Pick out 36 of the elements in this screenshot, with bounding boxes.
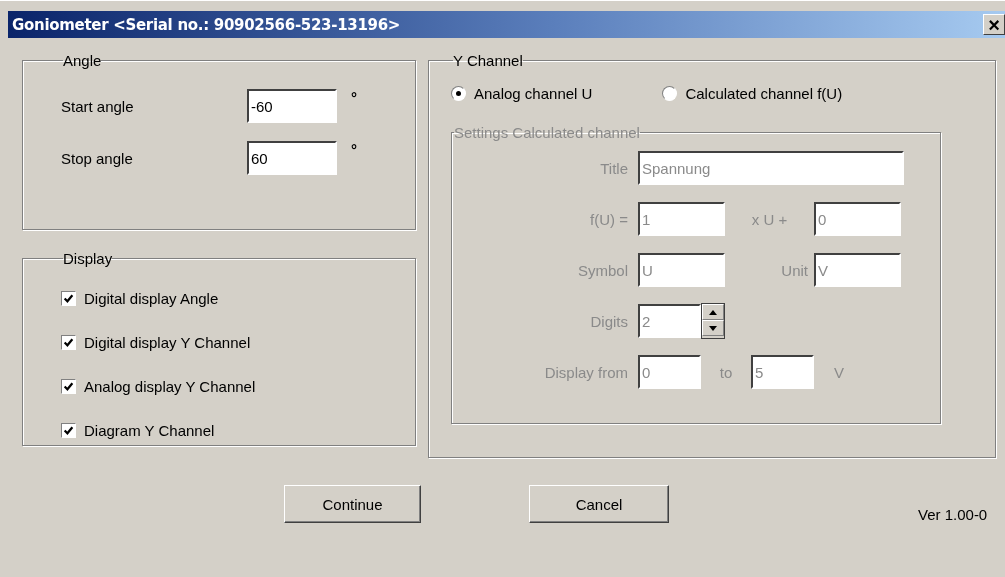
group-title: Angle [63, 52, 102, 69]
group-title: Y Channel [453, 52, 523, 69]
field-label: Display from [543, 363, 629, 381]
group-title: Settings Calculated channel [454, 124, 640, 141]
field-label: Start angle [61, 97, 135, 115]
degree-unit: ° [351, 141, 357, 158]
dialog-button[interactable]: Continue [284, 485, 421, 523]
checkbox[interactable] [61, 422, 76, 438]
field-label: Unit [780, 261, 809, 279]
field-label: Title [599, 159, 629, 177]
checkbox[interactable] [61, 334, 76, 350]
version-text: Ver 1.00-0 [918, 506, 988, 523]
formula-text: x U + [750, 210, 789, 228]
checkbox-label: Digital display Y Channel [84, 333, 251, 351]
close-button[interactable]: × [983, 14, 1005, 35]
checkbox-label: Digital display Angle [84, 289, 219, 307]
radio-button[interactable] [662, 86, 678, 101]
checkbox[interactable] [61, 378, 76, 394]
dialog-button[interactable]: Cancel [529, 485, 669, 523]
radio-button[interactable] [451, 86, 466, 101]
group-title: Display [63, 250, 113, 267]
field-label: Stop angle [61, 149, 134, 167]
radio-label: Calculated channel f(U) [685, 85, 843, 102]
window-title: Goniometer <Serial no.: 90902566-523-13196> [12, 15, 401, 34]
unit-text: V [834, 363, 844, 381]
degree-unit: ° [351, 89, 357, 106]
checkbox-label: Analog display Y Channel [84, 377, 256, 395]
radio-label: Analog channel U [474, 85, 593, 102]
field-label: Digits [589, 312, 629, 330]
field-label: to [718, 363, 734, 381]
field-label: f(U) = [589, 210, 629, 228]
angle-field[interactable]: -60 [247, 89, 337, 123]
checkbox-label: Diagram Y Channel [84, 421, 215, 439]
field-label: Symbol [576, 261, 629, 279]
angle-field[interactable]: 60 [247, 141, 337, 175]
checkbox[interactable] [61, 290, 76, 306]
